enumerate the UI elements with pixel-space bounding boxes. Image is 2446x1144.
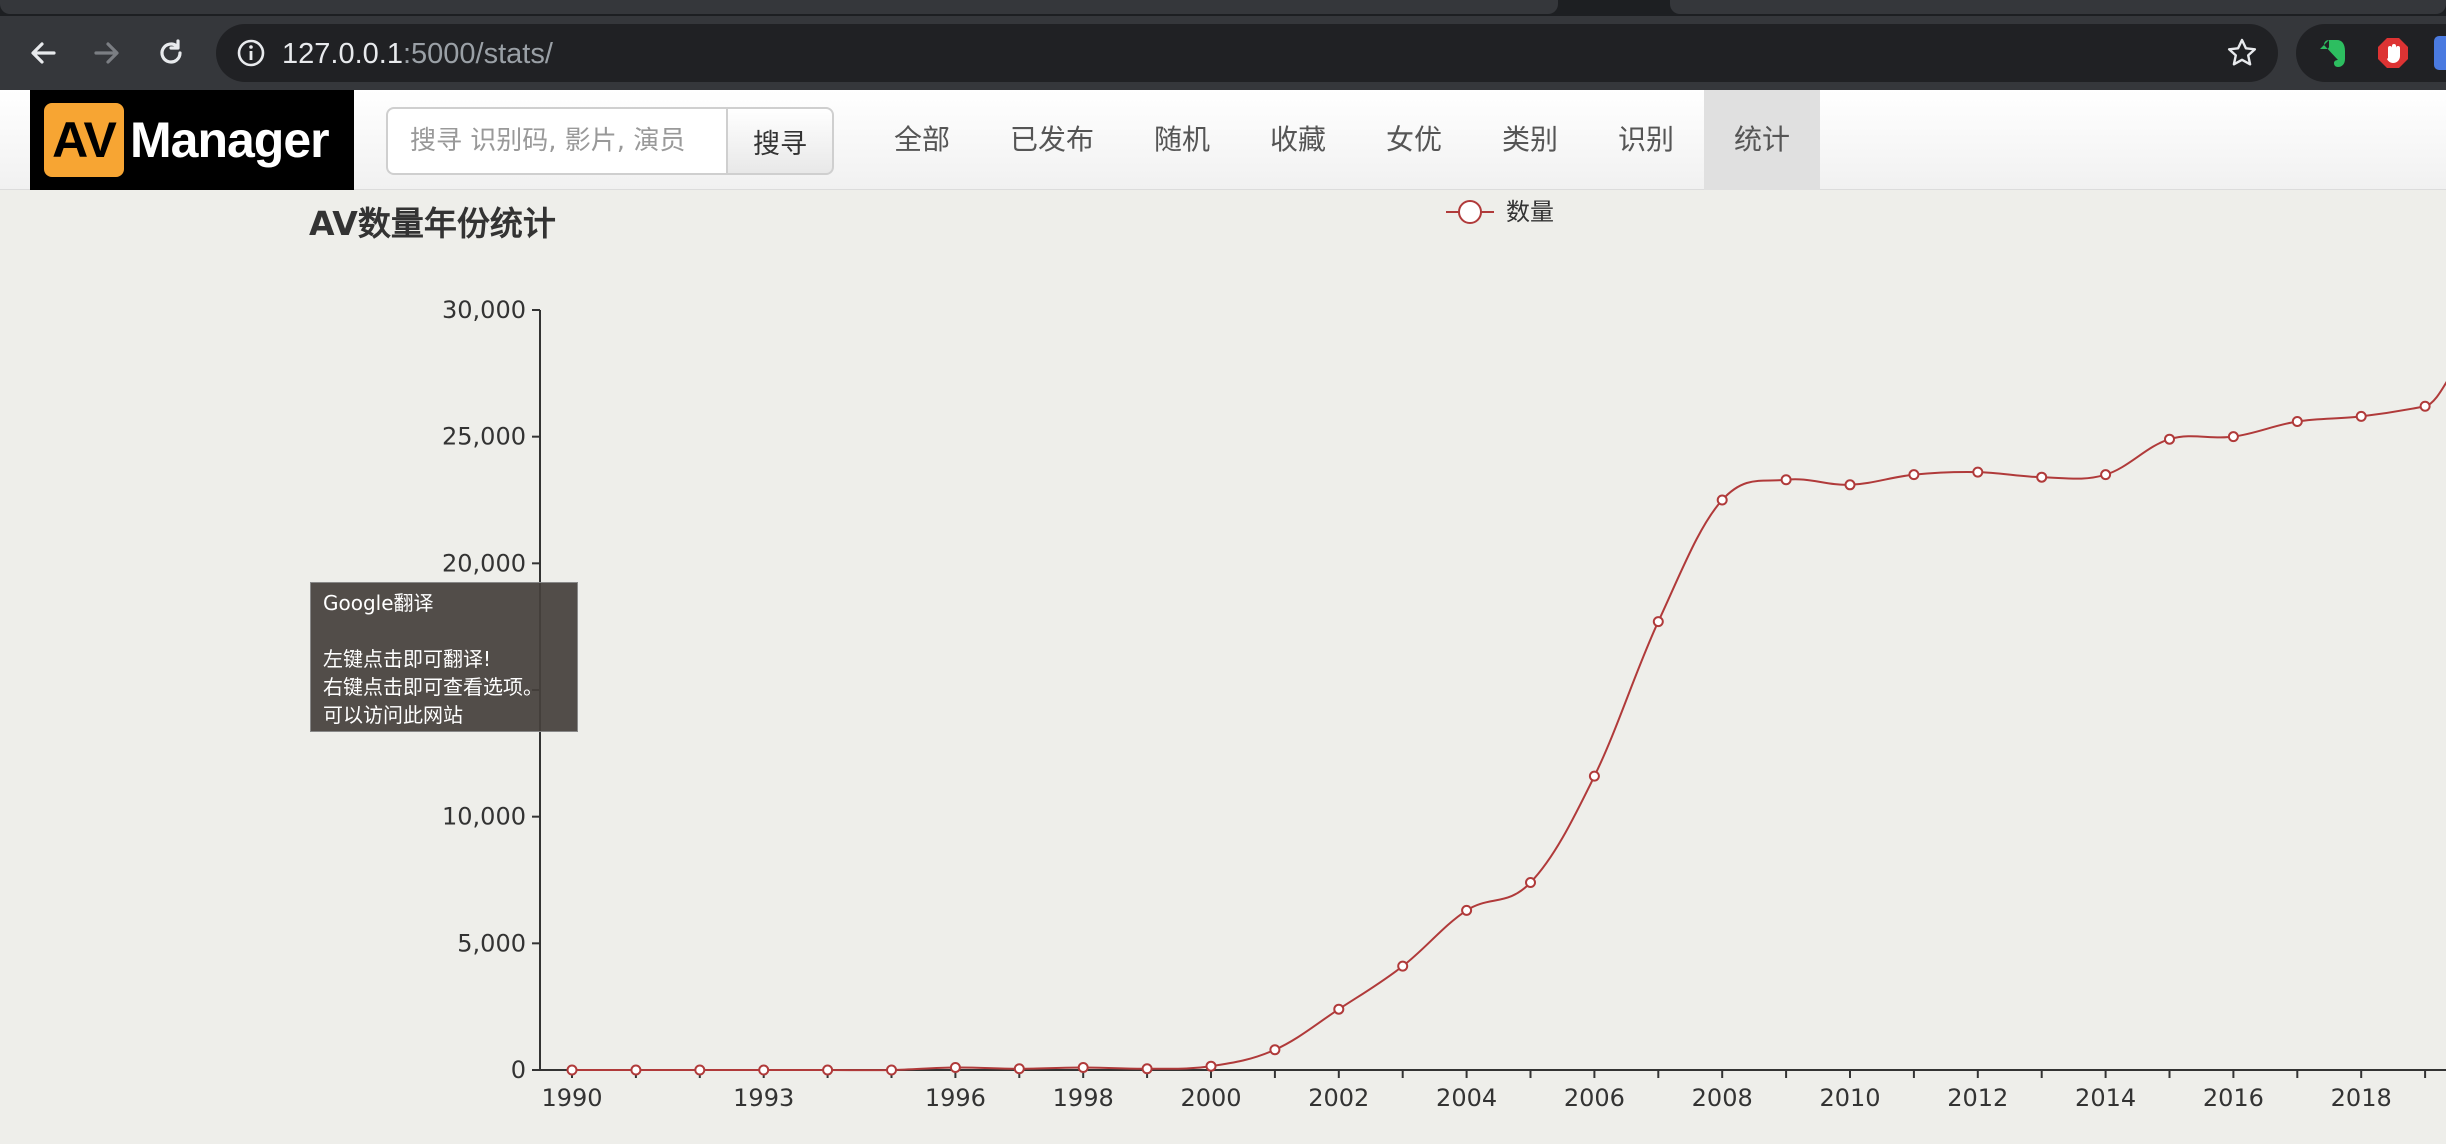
data-point (2164, 433, 2175, 445)
y-tick-label: 30,000 (442, 296, 526, 324)
data-point (2355, 410, 2367, 422)
adblock-icon[interactable] (2376, 36, 2410, 70)
y-tick-label: 0 (511, 1056, 526, 1084)
arrow-left-icon (31, 42, 56, 64)
nav-item-all[interactable]: 全部 (864, 90, 980, 190)
legend-label: 数量 (1506, 198, 1554, 226)
chart-axes (539, 310, 2446, 1071)
brand-logo[interactable]: AV Manager (30, 90, 354, 190)
nav-item-released[interactable]: 已发布 (992, 90, 1112, 190)
data-point (1780, 474, 1792, 486)
data-point (1141, 1063, 1153, 1075)
data-point (1013, 1063, 1025, 1075)
browser-tab-strip (0, 0, 2446, 16)
tooltip-line: 左键点击即可翻译! (323, 647, 492, 671)
data-point (1972, 466, 1984, 478)
tooltip-title: Google翻译 (323, 591, 434, 615)
data-point (1652, 616, 1664, 628)
address-bar[interactable]: 127.0.0.1:5000/stats/ (216, 24, 2278, 82)
browser-tab[interactable] (0, 0, 1558, 14)
data-point (1525, 877, 1536, 889)
x-tick-label: 2018 (2331, 1084, 2392, 1112)
data-point (2291, 415, 2303, 427)
translate-tooltip: Google翻译 左键点击即可翻译! 右键点击即可查看选项。 可以访问此网站 (310, 582, 578, 732)
legend-marker (1458, 200, 1482, 224)
url-host: 127.0.0.1 (282, 38, 403, 70)
data-point (566, 1064, 578, 1076)
data-point (694, 1064, 706, 1076)
data-point (630, 1064, 642, 1076)
url-text: 127.0.0.1:5000/stats/ (282, 38, 553, 70)
brand-name: Manager (130, 112, 330, 168)
x-tick-label: 1998 (1053, 1084, 1114, 1112)
data-point (2036, 471, 2048, 483)
nav-item-identify[interactable]: 识别 (1588, 90, 1704, 190)
data-point (822, 1064, 834, 1076)
data-point (1333, 1003, 1345, 1015)
x-tick-label: 2006 (1564, 1084, 1625, 1112)
x-tick-label: 2002 (1308, 1084, 1369, 1112)
nav-item-genres[interactable]: 类别 (1472, 90, 1588, 190)
data-point (2419, 400, 2431, 412)
x-axis-ticks: 1990 1993 1996 1998 2000 2002 2004 2006 2008 2010… (541, 1070, 2427, 1112)
back-button[interactable] (20, 30, 66, 76)
info-icon[interactable] (236, 38, 266, 68)
nav-item-random[interactable]: 随机 (1124, 90, 1240, 190)
url-path: :5000/stats/ (402, 38, 553, 70)
series-points (566, 400, 2431, 1076)
y-tick-label: 5,000 (457, 929, 526, 957)
data-point (1588, 770, 1600, 782)
browser-toolbar: 127.0.0.1:5000/stats/ (0, 16, 2446, 90)
data-point (1461, 904, 1473, 916)
x-tick-label: 2000 (1180, 1084, 1241, 1112)
x-tick-label: 1990 (541, 1084, 602, 1112)
x-tick-label: 2014 (2075, 1084, 2136, 1112)
x-tick-label: 1996 (925, 1084, 986, 1112)
nav-item-stats[interactable]: 统计 (1704, 90, 1820, 190)
evernote-icon[interactable] (2316, 36, 2350, 70)
app-navbar: AV Manager 搜寻 全部 已发布 随机 收藏 女优 类别 识别 统计 (0, 90, 2446, 190)
x-tick-label: 2004 (1436, 1084, 1497, 1112)
y-tick-label: 20,000 (442, 549, 526, 577)
y-tick-label: 25,000 (442, 423, 526, 451)
data-point (2100, 469, 2112, 481)
arrow-right-icon (94, 42, 119, 64)
x-tick-label: 2010 (1819, 1084, 1880, 1112)
x-tick-label: 2016 (2203, 1084, 2264, 1112)
data-point (1269, 1044, 1281, 1056)
data-point (949, 1061, 961, 1073)
extensions-area (2296, 24, 2446, 82)
data-point (1908, 469, 1920, 481)
browser-tab[interactable] (1670, 0, 2446, 14)
reload-button[interactable] (148, 30, 194, 76)
search-button[interactable]: 搜寻 (726, 107, 834, 175)
data-point (1844, 479, 1856, 491)
data-point (1077, 1061, 1089, 1073)
tooltip-line: 右键点击即可查看选项。 (323, 675, 543, 699)
brand-badge: AV (44, 103, 124, 177)
data-point (2227, 431, 2239, 443)
chart-legend[interactable]: 数量 (1446, 198, 1554, 226)
y-tick-label: 10,000 (442, 803, 526, 831)
data-point (1205, 1060, 1217, 1072)
forward-button[interactable] (84, 30, 130, 76)
nav-item-favorites[interactable]: 收藏 (1240, 90, 1356, 190)
x-tick-label: 2012 (1947, 1084, 2008, 1112)
x-tick-label: 2008 (1692, 1084, 1753, 1112)
data-point (1716, 494, 1728, 506)
search-input[interactable] (386, 107, 728, 175)
nav-item-actresses[interactable]: 女优 (1356, 90, 1472, 190)
bookmark-star-icon[interactable] (2226, 37, 2258, 69)
reload-icon (160, 39, 182, 64)
data-point (1397, 960, 1409, 972)
data-point (886, 1064, 897, 1076)
extension-icon[interactable] (2434, 36, 2446, 70)
tooltip-line: 可以访问此网站 (323, 703, 463, 727)
data-point (758, 1064, 770, 1076)
series-line (572, 381, 2446, 1072)
x-tick-label: 1993 (733, 1084, 794, 1112)
